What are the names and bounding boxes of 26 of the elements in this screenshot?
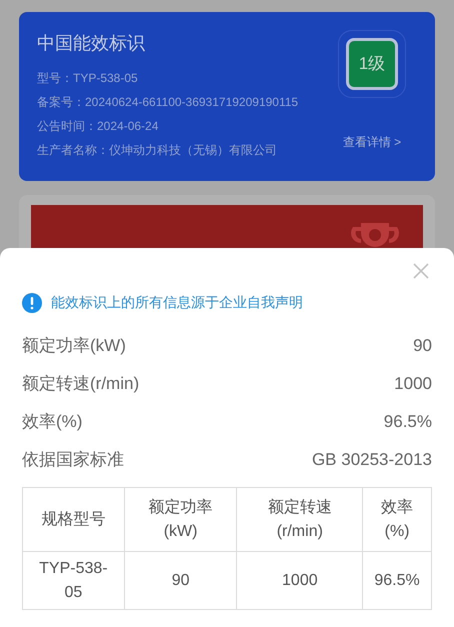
card-title: 中国能效标识 <box>37 32 146 55</box>
column-header: 额定功率 (kW) <box>124 488 236 551</box>
spec-label: 依据国家标准 <box>22 449 124 472</box>
column-header: 额定转速 (r/min) <box>236 488 362 551</box>
spec-value: 1000 <box>394 373 432 396</box>
view-details-link[interactable]: 查看详情 > <box>342 133 402 151</box>
column-header: 效率 (%) <box>362 488 431 551</box>
notice-text: 能效标识上的所有信息源于企业自我声明 <box>51 293 303 312</box>
spec-label: 额定转速(r/min) <box>22 373 140 396</box>
table-cell: 1000 <box>236 552 362 609</box>
grade-badge: 1级 <box>346 38 398 90</box>
spec-value: 90 <box>413 335 432 358</box>
spec-label: 额定功率(kW) <box>22 335 126 358</box>
spec-value: 96.5% <box>384 411 432 434</box>
card-info-line: 生产者名称：仪坤动力科技（无锡）有限公司 <box>37 142 278 159</box>
table-cell: 96.5% <box>362 552 431 609</box>
card-info-line: 备案号：20240624-661100-36931719209190115 <box>37 94 300 111</box>
table-cell: 90 <box>124 552 236 609</box>
card-info-line: 型号：TYP-538-05 <box>37 70 139 87</box>
card-info-line: 公告时间：2024-06-24 <box>37 118 160 135</box>
spec-label: 效率(%) <box>22 411 82 434</box>
info-icon <box>22 292 42 312</box>
close-icon[interactable] <box>412 262 430 280</box>
column-header: 规格型号 <box>40 510 106 530</box>
table-cell-text: TYP-538- 05 <box>38 558 109 602</box>
spec-value: GB 30253-2013 <box>312 449 432 472</box>
